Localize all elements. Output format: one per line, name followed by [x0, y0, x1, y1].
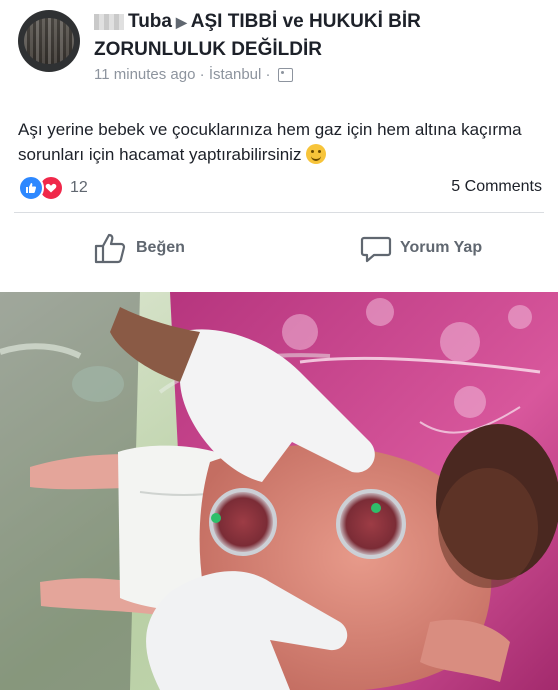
avatar[interactable]	[18, 10, 80, 72]
blurred-name	[94, 13, 124, 30]
meta-separator: ·	[199, 66, 205, 83]
thumbs-up-icon	[18, 175, 44, 201]
post-header: Tuba ▶ AŞI TIBBİ ve HUKUKİ BİR ZORUNLULUK …	[94, 8, 534, 63]
comment-label: Yorum Yap	[400, 239, 483, 256]
like-label: Beğen	[136, 239, 185, 256]
post-body: Aşı yerine bebek ve çocuklarınıza hem ga…	[18, 117, 538, 167]
reaction-count: 12	[70, 179, 88, 196]
author-name[interactable]: Tuba	[128, 11, 172, 32]
post-text: Aşı yerine bebek ve çocuklarınıza hem ga…	[18, 120, 522, 164]
divider	[14, 212, 544, 213]
avatar-image	[24, 18, 74, 64]
reaction-summary[interactable]: 12	[18, 175, 88, 201]
facebook-post: Tuba ▶ AŞI TIBBİ ve HUKUKİ BİR ZORUNLULUK …	[0, 0, 558, 292]
post-time[interactable]: 11 minutes ago	[94, 66, 195, 83]
like-button[interactable]: Beğen	[94, 226, 185, 270]
smile-emoji-icon	[306, 144, 327, 164]
post-meta: 11 minutes ago · İstanbul ·	[94, 66, 293, 83]
thumbs-up-outline-icon	[94, 233, 126, 264]
post-photo[interactable]	[0, 292, 558, 690]
speech-bubble-icon	[360, 236, 392, 263]
post-location[interactable]: İstanbul	[209, 66, 262, 83]
share-arrow-icon: ▶	[175, 14, 187, 30]
action-bar: Beğen Yorum Yap	[0, 226, 558, 270]
globe-icon[interactable]	[277, 68, 293, 83]
comment-button[interactable]: Yorum Yap	[360, 226, 482, 270]
comments-count-link[interactable]: 5 Comments	[451, 178, 542, 196]
photo-illustration	[0, 292, 558, 690]
meta-separator-2: ·	[265, 66, 271, 83]
